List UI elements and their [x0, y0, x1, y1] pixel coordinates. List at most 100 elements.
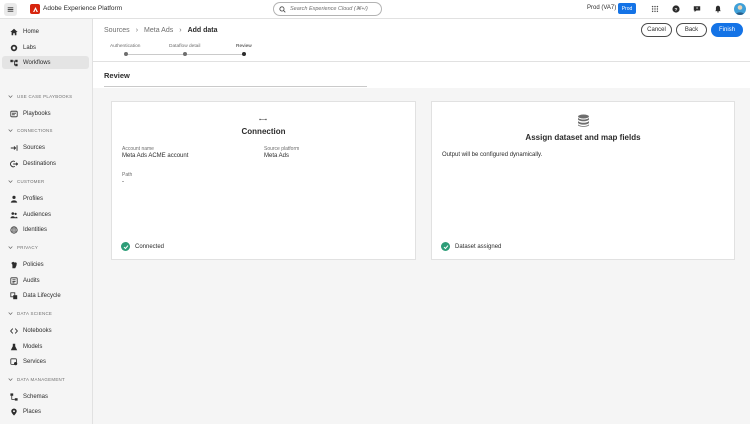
search-input[interactable]: [290, 6, 380, 12]
adobe-logo-icon: [30, 4, 40, 14]
notebooks-icon: [10, 327, 18, 335]
chevron-down-icon: [8, 312, 13, 316]
identities-icon: [10, 225, 18, 234]
playbooks-icon: [10, 110, 18, 118]
sidebar-item-workflows[interactable]: Workflows: [2, 56, 89, 69]
section-privacy[interactable]: PRIVACY: [8, 245, 38, 250]
section-use-case-playbooks[interactable]: USE CASE PLAYBOOKS: [8, 94, 72, 99]
profiles-icon: [10, 195, 18, 203]
breadcrumb-current: Add data: [187, 27, 218, 34]
org-switcher[interactable]: Prod (VA7): [587, 5, 616, 11]
breadcrumb-sources[interactable]: Sources: [104, 27, 130, 34]
section-customer[interactable]: CUSTOMER: [8, 179, 44, 184]
help-icon[interactable]: ?: [671, 4, 681, 14]
breadcrumb-meta-ads[interactable]: Meta Ads: [144, 27, 173, 34]
page-title: Review: [104, 71, 130, 80]
connection-card-title: Connection: [241, 127, 286, 136]
sidebar-item-label: Workflows: [23, 59, 51, 66]
env-badge[interactable]: Prod: [618, 3, 636, 14]
sidebar-item-destinations[interactable]: Destinations: [2, 157, 89, 170]
finish-button[interactable]: Finish: [711, 23, 743, 37]
sidebar-item-label: Data Lifecycle: [23, 292, 61, 299]
source-platform-value: Meta Ads: [264, 153, 290, 159]
sidebar-item-notebooks[interactable]: Notebooks: [2, 324, 89, 337]
sidebar-item-audiences[interactable]: Audiences: [2, 208, 89, 221]
sidebar-item-label: Identities: [23, 226, 48, 233]
sidebar-item-label: Sources: [23, 144, 46, 151]
checkmark-circle-icon: [121, 242, 130, 251]
step-dot-dataflow-detail: [183, 52, 187, 56]
sidebar-item-label: Playbooks: [23, 110, 51, 117]
section-data-management[interactable]: DATA MANAGEMENT: [8, 377, 65, 382]
chevron-right-icon: ›: [135, 27, 139, 34]
step-dot-authentication: [124, 52, 128, 56]
sidebar-item-profiles[interactable]: Profiles: [2, 192, 89, 205]
sidebar-item-services[interactable]: Services: [2, 355, 89, 368]
source-platform-label: Source platform: [264, 146, 300, 152]
destinations-icon: [10, 160, 18, 168]
sidebar-item-label: Audiences: [23, 211, 52, 218]
top-bar: Adobe Experience Platform Prod (VA7) Pro…: [0, 0, 750, 19]
sidebar-item-sources[interactable]: Sources: [2, 141, 89, 154]
path-value: -: [122, 179, 124, 185]
heading-divider: [104, 86, 367, 87]
places-pin-icon: [10, 408, 18, 416]
sidebar-item-data-lifecycle[interactable]: Data Lifecycle: [2, 289, 89, 302]
chevron-down-icon: [8, 129, 13, 133]
database-icon: [578, 114, 589, 127]
sidebar-item-label: Services: [23, 358, 47, 365]
sidebar-item-labs[interactable]: Labs: [2, 41, 89, 54]
section-data-science[interactable]: DATA SCIENCE: [8, 311, 52, 316]
app-title[interactable]: Adobe Experience Platform: [43, 5, 122, 12]
schemas-icon: [10, 392, 18, 401]
sidebar-item-label: Labs: [23, 44, 37, 51]
sidebar-item-audits[interactable]: Audits: [2, 274, 89, 287]
path-label: Path: [122, 172, 133, 178]
connected-status: Connected: [121, 242, 164, 251]
chevron-down-icon: [8, 95, 13, 99]
sidebar-item-places[interactable]: Places: [2, 405, 89, 418]
step-dot-review: [242, 52, 246, 56]
chevron-down-icon: [8, 246, 13, 250]
audiences-icon: [10, 211, 18, 219]
avatar[interactable]: [734, 3, 746, 15]
account-name-value: Meta Ads ACME account: [122, 153, 189, 159]
back-button[interactable]: Back: [676, 23, 707, 37]
labs-icon: [10, 44, 18, 52]
apps-grid-icon[interactable]: [650, 4, 660, 14]
search-bar[interactable]: [273, 2, 382, 16]
account-name-label: Account name: [122, 146, 154, 152]
models-icon: [10, 343, 18, 351]
policies-icon: [10, 261, 18, 269]
section-connections[interactable]: CONNECTIONS: [8, 128, 53, 133]
step-label-review: Review: [236, 44, 252, 49]
checkmark-circle-icon: [441, 242, 450, 251]
cancel-button[interactable]: Cancel: [641, 23, 672, 37]
step-label-authentication: Authentication: [110, 44, 141, 49]
sidebar-item-playbooks[interactable]: Playbooks: [2, 107, 89, 120]
notifications-bell-icon[interactable]: [713, 4, 723, 14]
sidebar-item-identities[interactable]: Identities: [2, 223, 89, 236]
sidebar-item-schemas[interactable]: Schemas: [2, 390, 89, 403]
hamburger-icon: [7, 7, 14, 12]
sidebar-item-home[interactable]: Home: [2, 25, 89, 38]
step-label-dataflow-detail: Dataflow detail: [169, 44, 201, 49]
search-icon: [279, 5, 286, 13]
sidebar-item-label: Profiles: [23, 195, 44, 202]
header-divider: [93, 61, 750, 62]
sidebar-item-label: Models: [23, 343, 43, 350]
menu-button[interactable]: [4, 3, 17, 16]
sidebar-item-label: Destinations: [23, 160, 57, 167]
chevron-down-icon: [8, 180, 13, 184]
sidebar-item-models[interactable]: Models: [2, 340, 89, 353]
sidebar-item-policies[interactable]: Policies: [2, 258, 89, 271]
sidebar-item-label: Home: [23, 28, 40, 35]
sidebar-item-label: Schemas: [23, 393, 49, 400]
audits-icon: [10, 276, 18, 285]
home-icon: [10, 28, 18, 36]
connection-card: Connection Account name Meta Ads ACME ac…: [111, 101, 416, 260]
feedback-icon[interactable]: [692, 4, 702, 14]
breadcrumb: Sources › Meta Ads › Add data: [104, 27, 218, 34]
workflows-icon: [10, 59, 18, 67]
dataset-card-title: Assign dataset and map fields: [525, 133, 641, 142]
